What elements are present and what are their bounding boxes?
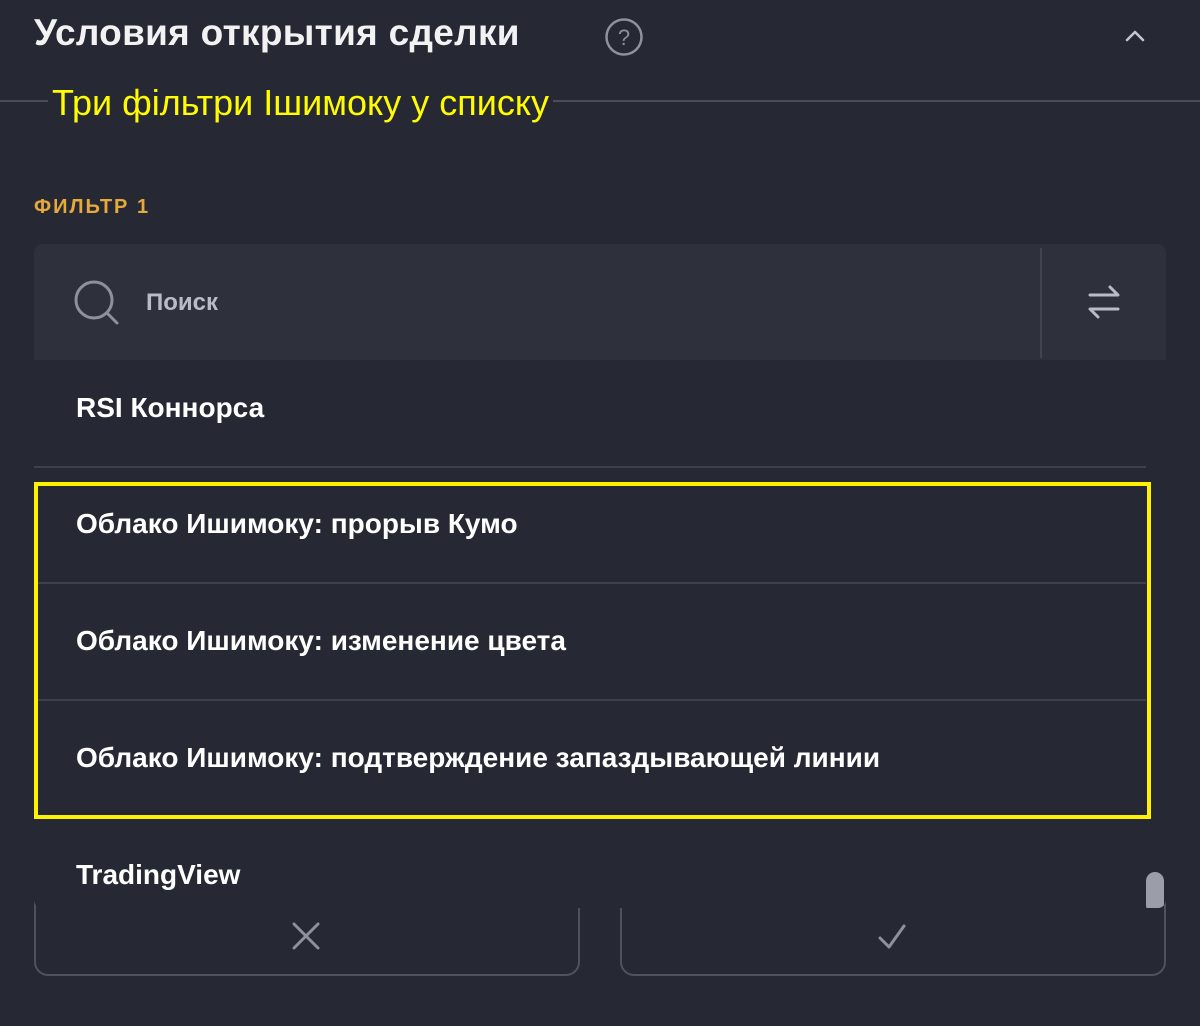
list-item[interactable]: RSI Коннорса [34, 352, 1146, 468]
filter-dropdown: RSI Коннорса Облако Ишимоку: прорыв Кумо… [34, 244, 1166, 908]
search-input[interactable] [144, 284, 1028, 322]
search-bar [34, 244, 1166, 360]
list-item[interactable]: Облако Ишимоку: изменение цвета [34, 585, 1146, 701]
scrollbar-thumb[interactable] [1146, 872, 1164, 908]
list-item-label: Облако Ишимоку: подтверждение запаздываю… [76, 742, 881, 773]
swap-arrows-icon[interactable] [1082, 280, 1126, 324]
list-item-label: TradingView [76, 859, 241, 890]
search-icon [74, 280, 119, 325]
list-item[interactable]: Облако Ишимоку: подтверждение запаздываю… [34, 702, 1146, 818]
section-title: Условия открытия сделки [34, 12, 520, 53]
svg-text:?: ? [618, 25, 630, 50]
list-item[interactable]: Облако Ишимоку: прорыв Кумо [34, 468, 1146, 584]
list-item[interactable]: TradingView [34, 819, 1146, 908]
check-icon [878, 924, 906, 949]
list-item-label: Облако Ишимоку: изменение цвета [76, 625, 566, 656]
filter-label: ФИЛЬТР 1 [34, 196, 151, 218]
close-icon [292, 922, 320, 950]
chevron-up-icon[interactable] [1124, 28, 1146, 44]
list-item-label: Облако Ишимоку: прорыв Кумо [76, 508, 518, 539]
search-separator [1040, 248, 1042, 358]
question-circle-icon[interactable]: ? [604, 17, 644, 57]
annotation-caption: Три фільтри Ішимоку у списку [48, 82, 553, 124]
list-item-label: RSI Коннорса [76, 392, 265, 423]
